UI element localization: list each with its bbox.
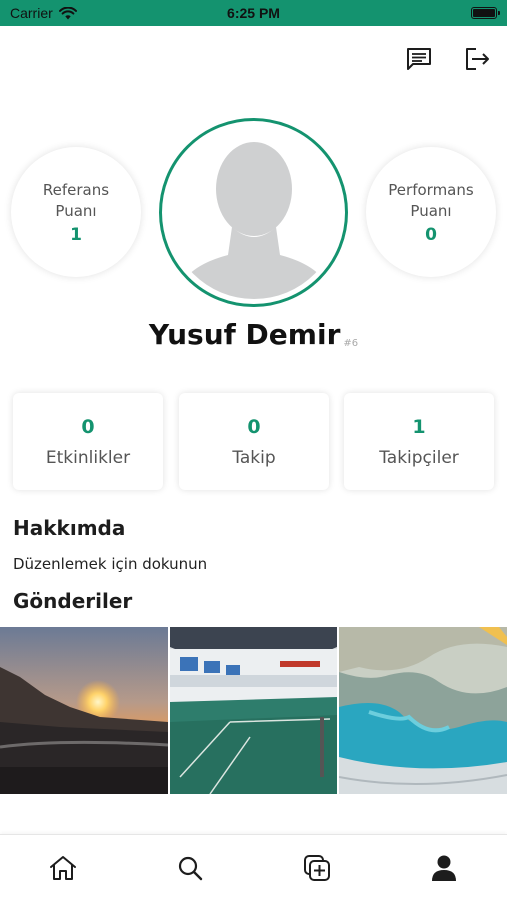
reference-score-value: 1 (70, 224, 82, 245)
search-icon[interactable] (175, 853, 205, 883)
avatar[interactable] (159, 118, 348, 307)
tab-bar (0, 834, 507, 900)
stat-following-value: 0 (247, 415, 261, 438)
performance-score: Performans Puanı 0 (366, 147, 496, 277)
avatar-placeholder-icon (179, 141, 328, 299)
status-time: 6:25 PM (227, 5, 280, 21)
performance-score-value: 0 (425, 224, 437, 245)
stat-followers[interactable]: 1 Takipçiler (344, 393, 494, 490)
reference-score-label: Referans Puanı (42, 180, 110, 220)
stat-followers-value: 1 (412, 415, 426, 438)
profile-icon[interactable] (429, 853, 459, 883)
about-text[interactable]: Düzenlemek için dokunun (13, 555, 207, 573)
status-bar: Carrier 6:25 PM (0, 0, 507, 26)
user-id: #6 (343, 338, 359, 349)
post-image-gym[interactable] (170, 627, 337, 794)
stat-followers-label: Takipçiler (379, 447, 459, 468)
logout-icon[interactable] (462, 44, 492, 74)
post-image-sunset[interactable] (0, 627, 168, 794)
home-icon[interactable] (48, 853, 78, 883)
stat-following[interactable]: 0 Takip (179, 393, 329, 490)
message-icon[interactable] (404, 44, 434, 74)
add-post-icon[interactable] (302, 853, 332, 883)
battery-icon (471, 7, 500, 19)
reference-score: Referans Puanı 1 (11, 147, 141, 277)
stat-following-label: Takip (232, 447, 276, 468)
stat-events[interactable]: 0 Etkinlikler (13, 393, 163, 490)
post-image-aerial[interactable] (339, 627, 507, 794)
profile-name-row: Yusuf Demir #6 (0, 318, 507, 351)
stat-events-value: 0 (81, 415, 95, 438)
profile-name: Yusuf Demir (148, 318, 341, 351)
performance-score-label: Performans Puanı (388, 180, 474, 220)
stat-events-label: Etkinlikler (45, 447, 131, 468)
posts-title: Gönderiler (13, 589, 133, 613)
about-title: Hakkımda (13, 516, 126, 540)
